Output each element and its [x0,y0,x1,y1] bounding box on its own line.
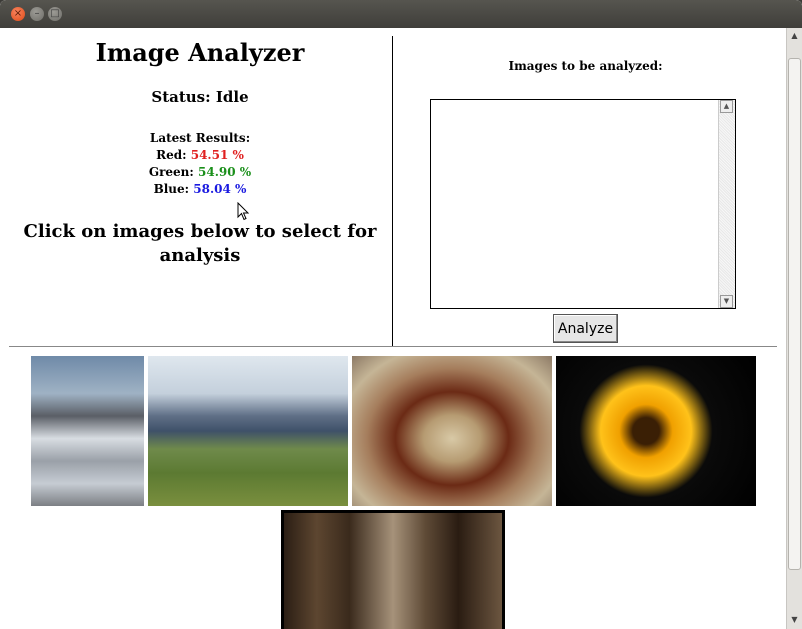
status-text: Status: Idle [151,88,249,106]
latest-results: Latest Results: Red: 54.51 % Green: 54.9… [0,130,400,198]
blue-value: 58.04 % [193,182,247,196]
analyze-button[interactable]: Analyze [553,314,618,343]
page-scrollbar[interactable]: ▲ ▼ [786,28,802,629]
mouse-pointer-icon [237,202,250,221]
horizontal-divider [9,346,777,347]
page-scroll-down-icon[interactable]: ▼ [788,613,801,627]
results-panel: Image Analyzer Status: Idle Latest Resul… [0,28,392,346]
sunflower-image[interactable] [556,356,756,506]
title-bar: × – □ [0,0,802,28]
page-scroll-up-icon[interactable]: ▲ [788,29,801,43]
blue-result: Blue: 58.04 % [153,182,247,196]
green-result: Green: 54.90 % [148,165,252,179]
instruction-text: Click on images below to select for anal… [23,221,377,266]
misty-forest-image[interactable] [281,510,505,629]
scroll-up-arrow-icon[interactable]: ▲ [720,100,733,113]
maximize-window-button[interactable]: □ [48,7,62,21]
queue-title: Images to be analyzed: [508,59,663,73]
page-scroll-thumb[interactable] [788,58,801,570]
alpine-cabin-image[interactable] [148,356,348,506]
page-content: Image Analyzer Status: Idle Latest Resul… [0,28,786,629]
page-title: Image Analyzer [95,38,305,67]
close-window-button[interactable]: × [11,7,25,21]
shell-on-pebbles-image[interactable] [352,356,552,506]
queue-panel: Images to be analyzed: ▲ ▼ Analyze [393,28,786,346]
mountain-snow-image[interactable] [31,356,144,506]
app-window: × – □ Image Analyzer Status: Idle Latest… [0,0,802,629]
results-heading: Latest Results: [149,131,251,145]
red-result: Red: 54.51 % [156,148,244,162]
queue-listbox[interactable]: ▲ ▼ [430,99,736,309]
scroll-down-arrow-icon[interactable]: ▼ [720,295,733,308]
minimize-window-button[interactable]: – [30,7,44,21]
red-value: 54.51 % [190,148,244,162]
listbox-scrollbar[interactable]: ▲ ▼ [718,100,735,308]
green-value: 54.90 % [198,165,252,179]
